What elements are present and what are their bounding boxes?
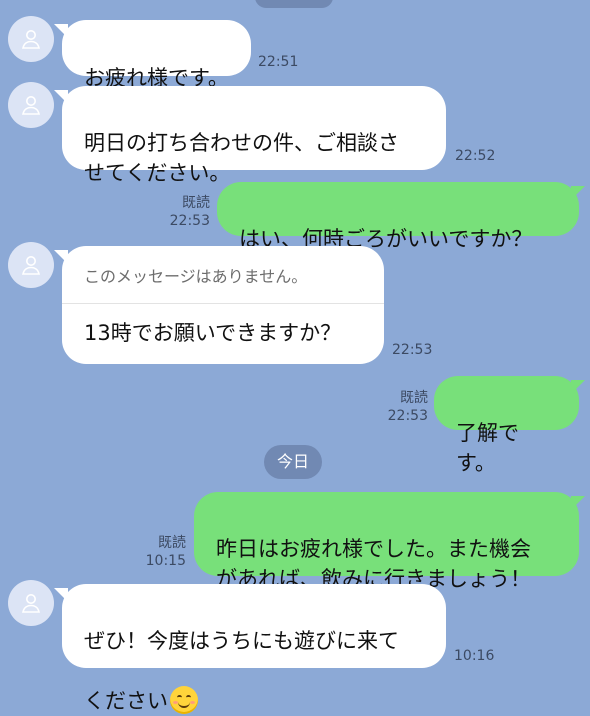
message-time: 22:53 xyxy=(392,342,433,358)
incoming-message[interactable]: ぜひ！今度はうちにも遊びに来て ください xyxy=(62,584,446,714)
avatar[interactable] xyxy=(8,242,54,288)
reply-divider xyxy=(62,303,384,304)
outgoing-message[interactable]: はい、何時ごろがいいですか？ xyxy=(217,182,579,251)
user-icon xyxy=(22,256,40,275)
outgoing-message[interactable]: 了解です。 xyxy=(434,376,579,475)
avatar[interactable] xyxy=(8,16,54,62)
message-time: 10:16 xyxy=(454,648,495,664)
quoted-message[interactable]: このメッセージはありません。 xyxy=(84,263,307,287)
message-text-line-1: ぜひ！今度はうちにも遊びに来て xyxy=(84,629,399,653)
avatar[interactable] xyxy=(8,82,54,128)
top-date-pill xyxy=(255,0,333,8)
read-status: 既読 xyxy=(182,195,210,211)
message-text: 13時でお願いできますか？ xyxy=(84,321,342,345)
message-text: 了解です。 xyxy=(456,421,519,475)
outgoing-message[interactable]: 昨日はお疲れ様でした。また機会 があれば、飲みに行きましょう！ xyxy=(194,492,579,591)
message-meta: 既読 22:53 xyxy=(160,194,210,230)
date-separator: 今日 xyxy=(264,445,322,479)
message-time: 10:15 xyxy=(145,553,186,569)
bubble-tail xyxy=(571,496,585,510)
message-time: 22:53 xyxy=(387,408,428,424)
bubble-tail xyxy=(571,380,585,394)
user-icon xyxy=(22,30,40,49)
message-time: 22:52 xyxy=(455,148,496,164)
read-status: 既読 xyxy=(400,390,428,406)
reply-message[interactable]: このメッセージはありません。 13時でお願いできますか？ xyxy=(62,246,384,364)
user-icon xyxy=(22,594,40,613)
message-time: 22:51 xyxy=(258,54,299,70)
bubble-tail xyxy=(571,186,585,200)
message-meta: 既読 10:15 xyxy=(136,534,186,570)
message-time: 22:53 xyxy=(169,213,210,229)
message-text-line-2: ください xyxy=(84,689,168,713)
message-text: 昨日はお疲れ様でした。また機会 があれば、飲みに行きましょう！ xyxy=(216,537,531,591)
user-icon xyxy=(22,96,40,115)
incoming-message[interactable]: 明日の打ち合わせの件、ご相談さ せてください。 xyxy=(62,86,446,185)
message-meta: 既読 22:53 xyxy=(378,389,428,425)
message-text: 明日の打ち合わせの件、ご相談さ せてください。 xyxy=(84,131,399,185)
chat-area[interactable]: お疲れ様です。 22:51 明日の打ち合わせの件、ご相談さ せてください。 22… xyxy=(0,0,590,714)
incoming-message[interactable]: お疲れ様です。 xyxy=(62,20,251,90)
smiling-face-icon xyxy=(170,686,198,714)
avatar[interactable] xyxy=(8,580,54,626)
read-status: 既読 xyxy=(158,535,186,551)
